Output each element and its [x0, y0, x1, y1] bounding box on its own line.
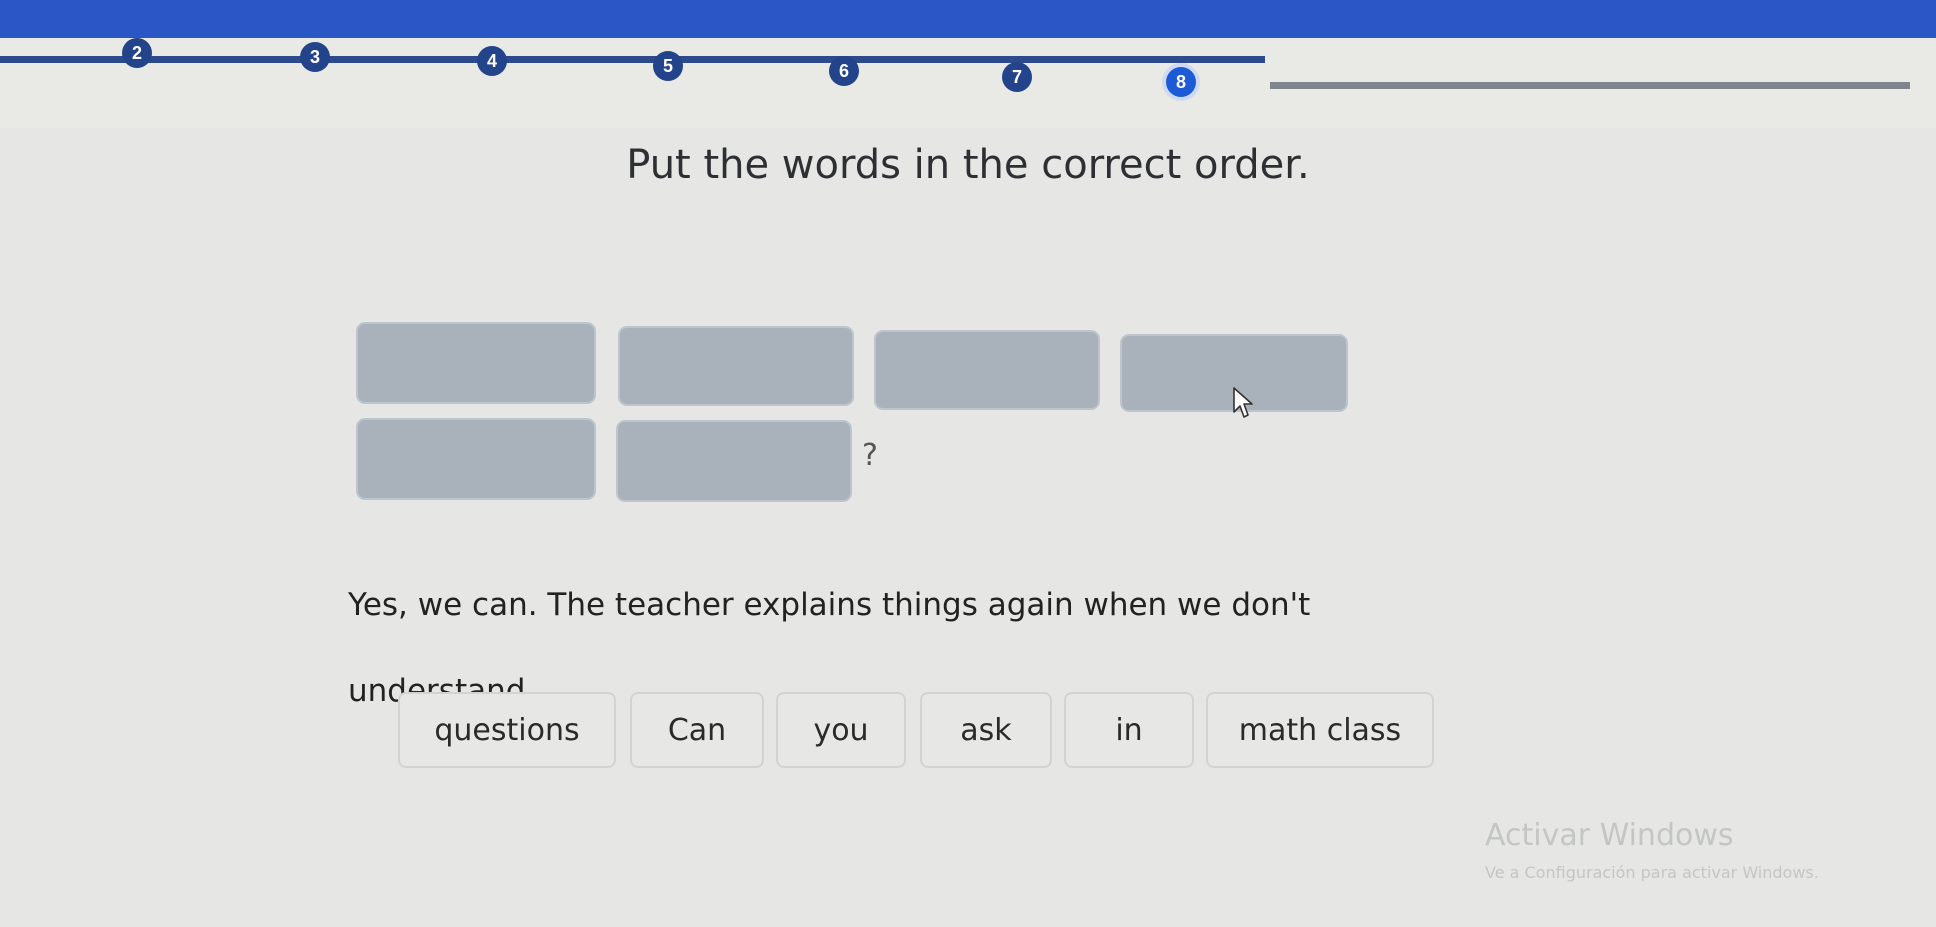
answer-slot-1[interactable]	[356, 322, 596, 404]
answer-slot-5[interactable]	[356, 418, 596, 500]
word-chip-can[interactable]: Can	[630, 692, 764, 768]
question-mark: ?	[862, 438, 878, 473]
progress-step-8[interactable]: 8	[1166, 67, 1196, 97]
watermark-subtitle: Ve a Configuración para activar Windows.	[1485, 863, 1819, 882]
word-chip-in[interactable]: in	[1064, 692, 1194, 768]
mouse-pointer-icon	[1233, 387, 1253, 418]
answer-slot-6[interactable]	[616, 420, 852, 502]
word-chip-ask[interactable]: ask	[920, 692, 1052, 768]
answer-slot-2[interactable]	[618, 326, 854, 406]
answer-slot-3[interactable]	[874, 330, 1100, 410]
progress-track-remaining	[1270, 82, 1910, 89]
watermark-title: Activar Windows	[1485, 818, 1734, 853]
progress-step-3[interactable]: 3	[300, 42, 330, 72]
progress-step-6[interactable]: 6	[829, 56, 859, 86]
progress-step-2[interactable]: 2	[122, 38, 152, 68]
windows-activation-watermark: Activar Windows Ve a Configuración para …	[1485, 818, 1819, 882]
prompt-line-1: Yes, we can. The teacher explains things…	[348, 587, 1311, 623]
exercise-title: Put the words in the correct order.	[626, 142, 1310, 188]
progress-step-5[interactable]: 5	[653, 51, 683, 81]
progress-step-7[interactable]: 7	[1002, 62, 1032, 92]
word-chip-questions[interactable]: questions	[398, 692, 616, 768]
progress-bar: 2 3 4 5 6 7 8	[0, 38, 1936, 128]
word-chip-you[interactable]: you	[776, 692, 906, 768]
progress-track-completed	[0, 56, 1265, 63]
progress-step-4[interactable]: 4	[477, 46, 507, 76]
word-chip-math-class[interactable]: math class	[1206, 692, 1434, 768]
